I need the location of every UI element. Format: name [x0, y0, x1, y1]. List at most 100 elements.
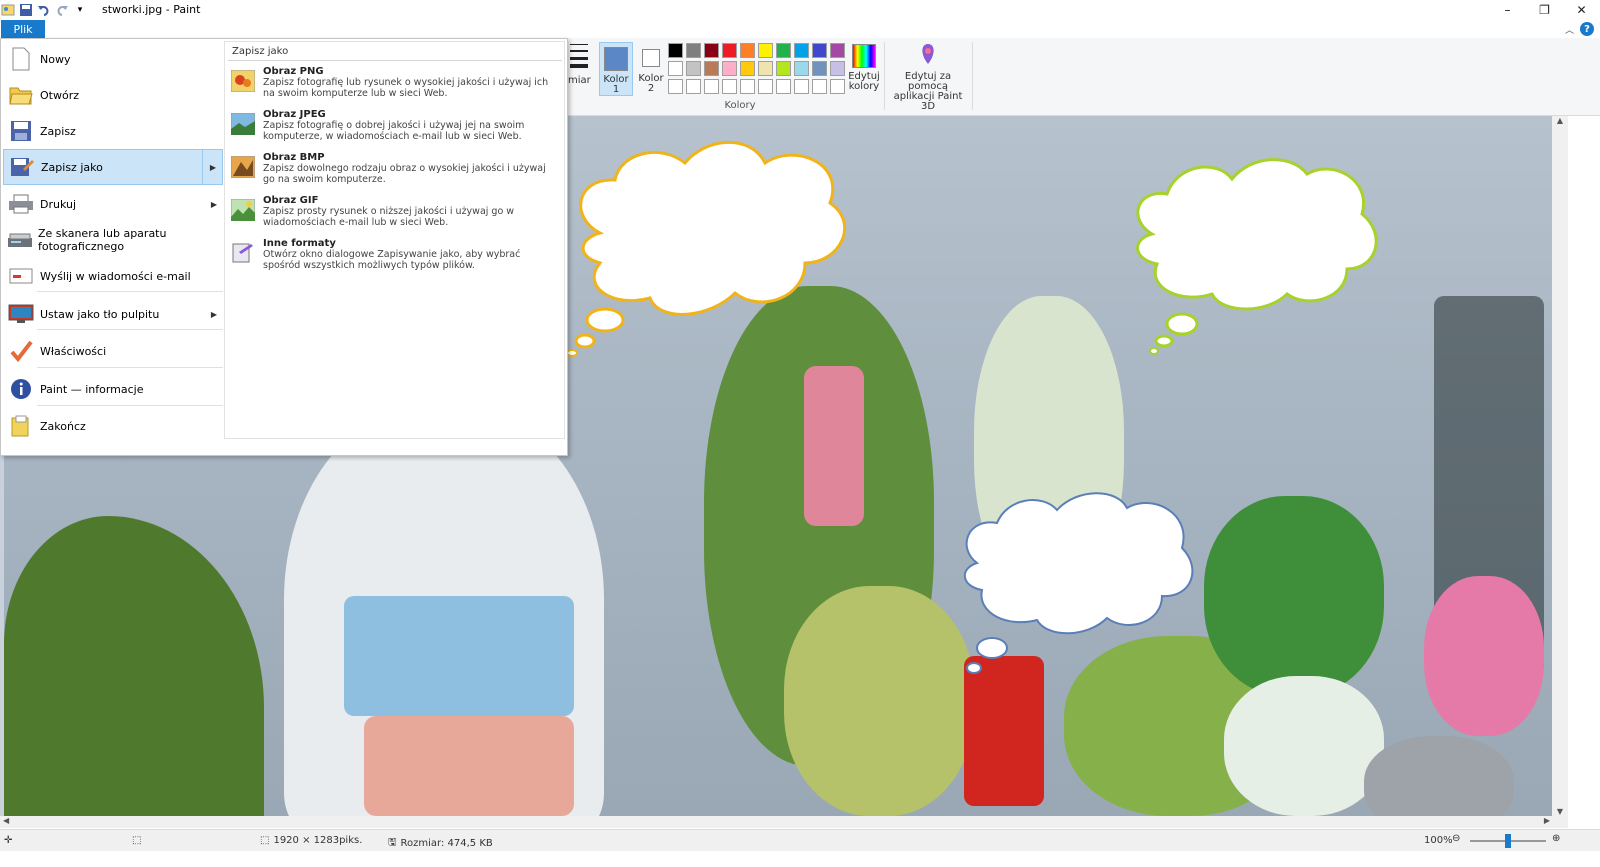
edit-colors-label: Edytuj kolory [848, 71, 880, 92]
palette-color-swatch[interactable] [830, 79, 845, 94]
submenu-item-description: Zapisz fotografię o dobrej jakości i uży… [263, 120, 525, 142]
color-palette [668, 43, 847, 96]
zoom-out-button[interactable]: ⊖ [1452, 833, 1460, 844]
paint3d-button[interactable]: Edytuj za pomocą aplikacji Paint 3D [888, 42, 968, 112]
menu-item-save-as[interactable]: Zapisz jako ▶ [3, 149, 223, 185]
palette-color-swatch[interactable] [686, 43, 701, 58]
palette-color-swatch[interactable] [776, 61, 791, 76]
palette-color-swatch[interactable] [668, 61, 683, 76]
submenu-item-title: Obraz JPEG [263, 109, 326, 120]
menu-item-new[interactable]: Nowy [3, 41, 223, 77]
palette-color-swatch[interactable] [830, 43, 845, 58]
status-bar: ✛ ⬚ ⬚ 1920 × 1283piks. 🖫 Rozmiar: 474,5 … [0, 829, 1600, 851]
thought-bubble-orange [566, 140, 847, 357]
plant-shape [4, 516, 264, 816]
save-as-png[interactable]: Obraz PNG Zapisz fotografię lub rysunek … [231, 66, 561, 99]
zoom-slider-thumb[interactable] [1505, 834, 1511, 848]
menu-item-scanner[interactable]: Ze skanera lub aparatu fotograficznego [3, 222, 223, 258]
info-icon [7, 375, 35, 403]
palette-color-swatch[interactable] [758, 43, 773, 58]
window-title: stworki.jpg - Paint [102, 3, 201, 16]
quick-save-icon[interactable] [18, 2, 34, 18]
menu-item-label: Właściwości [40, 344, 107, 358]
color2-button[interactable]: Kolor 2 [634, 42, 668, 96]
color2-label: Kolor 2 [638, 73, 664, 94]
mouse-figure-shape [1364, 736, 1514, 816]
image-dimensions: ⬚ 1920 × 1283piks. [260, 835, 362, 846]
palette-color-swatch[interactable] [686, 61, 701, 76]
zoom-in-button[interactable]: ⊕ [1552, 833, 1560, 844]
menu-divider [37, 367, 223, 368]
menu-item-properties[interactable]: Właściwości [3, 333, 223, 369]
save-as-gif[interactable]: Obraz GIF Zapisz prosty rysunek o niższe… [231, 195, 561, 228]
palette-color-swatch[interactable] [794, 43, 809, 58]
help-icon[interactable]: ? [1580, 22, 1594, 36]
close-button[interactable]: ✕ [1563, 0, 1600, 20]
disk-icon: 🖫 [388, 837, 397, 848]
save-as-jpeg[interactable]: Obraz JPEG Zapisz fotografię o dobrej ja… [231, 109, 561, 142]
palette-color-swatch[interactable] [722, 43, 737, 58]
palette-color-swatch[interactable] [794, 79, 809, 94]
redo-icon[interactable] [54, 2, 70, 18]
menu-item-save[interactable]: Zapisz [3, 113, 223, 149]
color1-button[interactable]: Kolor 1 [599, 42, 633, 96]
undo-icon[interactable] [36, 2, 52, 18]
ribbon-controls: ︿ ? [1565, 22, 1594, 36]
menu-item-email[interactable]: Wyślij w wiadomości e-mail [3, 258, 223, 294]
scroll-right-arrow[interactable]: ▶ [1544, 816, 1550, 825]
palette-color-swatch[interactable] [812, 43, 827, 58]
menu-item-label: Wyślij w wiadomości e-mail [40, 269, 191, 283]
palette-color-swatch[interactable] [740, 61, 755, 76]
save-as-bmp[interactable]: Obraz BMP Zapisz dowolnego rodzaju obraz… [231, 152, 561, 185]
restore-button[interactable]: ❐ [1526, 0, 1563, 20]
palette-color-swatch[interactable] [668, 43, 683, 58]
palette-color-swatch[interactable] [758, 79, 773, 94]
file-tab[interactable]: Plik [1, 20, 45, 38]
menu-item-open[interactable]: Otwórz [3, 77, 223, 113]
vertical-scrollbar[interactable]: ▲ ▼ [1552, 116, 1568, 816]
palette-color-swatch[interactable] [740, 79, 755, 94]
palette-color-swatch[interactable] [704, 61, 719, 76]
palette-color-swatch[interactable] [704, 79, 719, 94]
email-icon [7, 262, 35, 290]
edit-colors-button[interactable]: Edytuj kolory [846, 42, 882, 96]
menu-item-label: Zakończ [40, 419, 86, 433]
menu-item-print[interactable]: Drukuj ▶ [3, 186, 223, 222]
scroll-left-arrow[interactable]: ◀ [3, 816, 9, 825]
palette-color-swatch[interactable] [812, 61, 827, 76]
palette-color-swatch[interactable] [776, 43, 791, 58]
scanner-icon [7, 226, 33, 254]
menu-item-exit[interactable]: Zakończ [3, 408, 223, 444]
menu-item-about[interactable]: Paint — informacje [3, 371, 223, 407]
scroll-up-arrow[interactable]: ▲ [1552, 116, 1568, 125]
dimensions-text: 1920 × 1283piks. [273, 835, 363, 846]
palette-color-swatch[interactable] [758, 61, 773, 76]
minimize-button[interactable]: – [1489, 0, 1526, 20]
palette-color-swatch[interactable] [830, 61, 845, 76]
palette-color-swatch[interactable] [776, 79, 791, 94]
palette-color-swatch[interactable] [794, 61, 809, 76]
palette-color-swatch[interactable] [812, 79, 827, 94]
customize-toolbar-icon[interactable]: ▾ [72, 2, 88, 18]
scroll-down-arrow[interactable]: ▼ [1552, 807, 1568, 816]
size-button[interactable]: miar [568, 40, 594, 96]
save-as-submenu: Zapisz jako Obraz PNG Zapisz fotografię … [224, 41, 565, 439]
menu-item-desktop-background[interactable]: Ustaw jako tło pulpitu ▶ [3, 296, 223, 332]
menu-item-label: Nowy [40, 52, 71, 66]
palette-color-swatch[interactable] [722, 79, 737, 94]
palette-color-swatch[interactable] [686, 79, 701, 94]
collapse-ribbon-icon[interactable]: ︿ [1565, 23, 1574, 36]
selection-size-icon: ⬚ [132, 835, 142, 846]
other-formats-icon [232, 243, 253, 263]
palette-color-swatch[interactable] [704, 43, 719, 58]
palette-color-swatch[interactable] [668, 79, 683, 94]
menu-item-label: Zapisz jako [41, 160, 103, 174]
palette-color-swatch[interactable] [722, 61, 737, 76]
palette-color-swatch[interactable] [740, 43, 755, 58]
submenu-arrow-icon: ▶ [210, 309, 217, 319]
submenu-item-title: Obraz PNG [263, 66, 324, 77]
save-as-other-formats[interactable]: Inne formaty Otwórz okno dialogowe Zapis… [231, 238, 561, 271]
horizontal-scrollbar[interactable]: ◀ ▶ [0, 816, 1568, 828]
red-object-shape [964, 656, 1044, 806]
paint-app-icon[interactable] [0, 2, 16, 18]
